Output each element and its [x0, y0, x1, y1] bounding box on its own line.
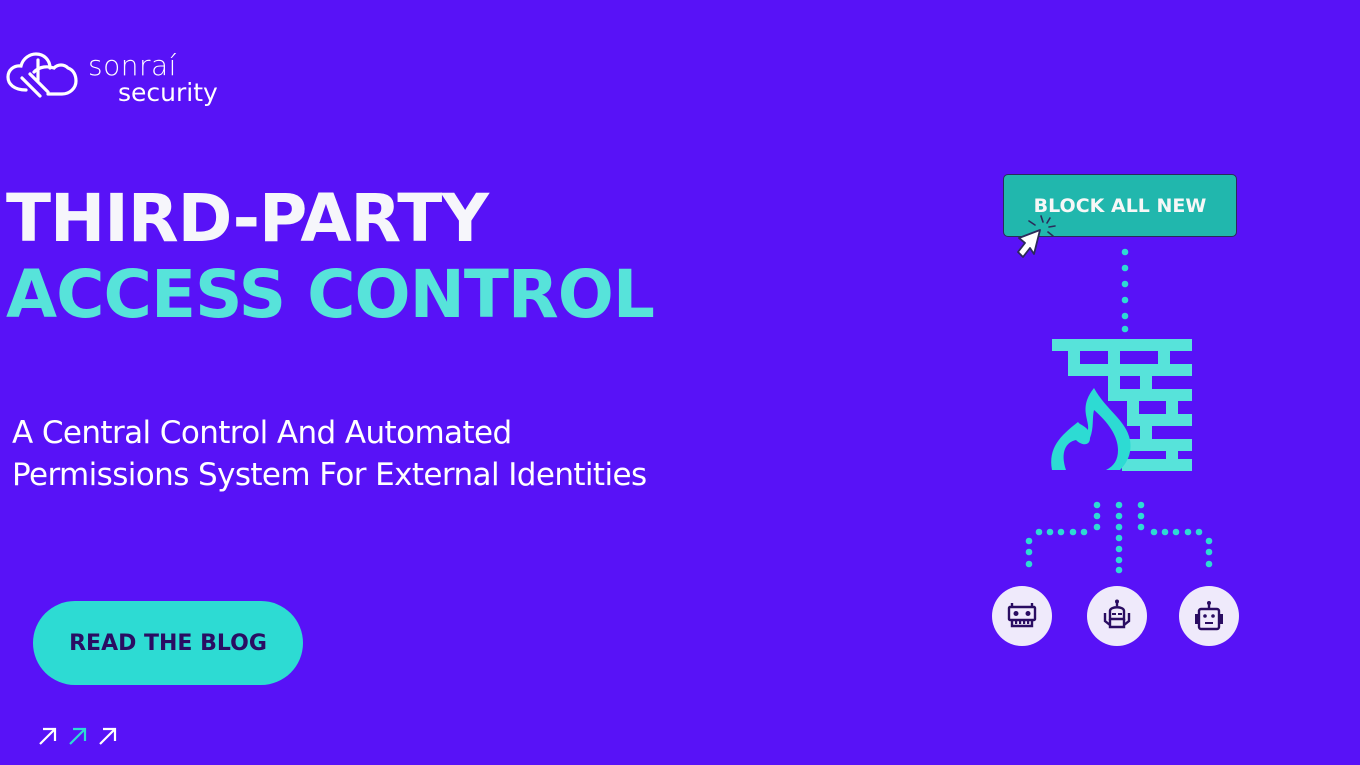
robot-icon [1007, 603, 1037, 628]
robot-icon [1103, 599, 1131, 629]
identity-robot-2 [1087, 586, 1147, 646]
access-diagram [1025, 248, 1213, 574]
identity-robot-1 [992, 586, 1052, 646]
click-cursor-icon [1017, 215, 1056, 258]
identity-robot-3 [1179, 586, 1239, 646]
connector-top [1121, 248, 1129, 333]
robot-icon [1195, 601, 1223, 631]
connector-branches [1025, 501, 1213, 574]
